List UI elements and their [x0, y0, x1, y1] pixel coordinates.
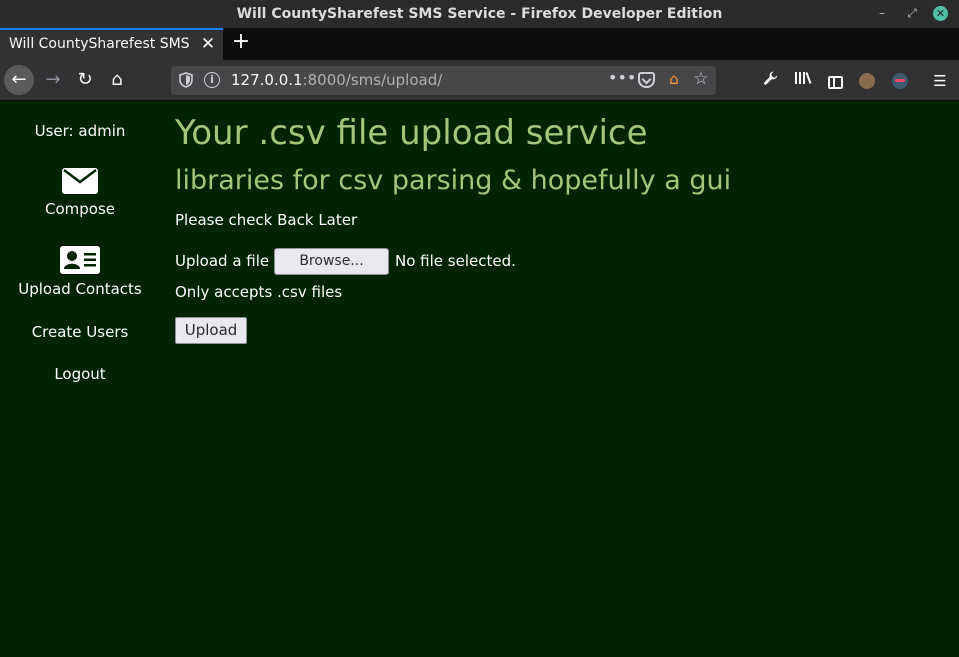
new-tab-button[interactable]: + [229, 30, 253, 56]
pocket-icon[interactable] [638, 72, 655, 88]
sidebar-item-create-users[interactable]: Create Users [0, 323, 160, 341]
sidebar-item-label: Upload Contacts [18, 280, 142, 298]
upload-submit-button[interactable]: Upload [175, 317, 247, 344]
sidebar-nav: User: admin Compose Upload Contacts Crea… [0, 101, 160, 657]
current-user-label: User: admin [34, 122, 126, 140]
site-info-icon[interactable]: i [204, 72, 220, 88]
window-titlebar: Will CountySharefest SMS Service - Firef… [0, 0, 959, 28]
tab-label: Will CountySharefest SMS Service [9, 36, 194, 52]
sidebar-item-upload-contacts[interactable]: Upload Contacts [0, 245, 160, 298]
page-title: Your .csv file upload service [175, 113, 648, 153]
back-arrow-icon[interactable]: ← [4, 65, 34, 95]
upload-file-label: Upload a file [175, 252, 270, 270]
forward-arrow-icon[interactable]: → [38, 65, 68, 95]
window-title: Will CountySharefest SMS Service - Firef… [236, 6, 723, 22]
maximize-icon[interactable]: ⤢ [904, 5, 920, 21]
url-input[interactable]: 127.0.0.1:8000/sms/upload/ [231, 71, 442, 89]
sidebar-item-logout[interactable]: Logout [0, 365, 160, 383]
file-status-text: No file selected. [395, 252, 516, 270]
notice-text: Please check Back Later [175, 211, 358, 229]
tab-strip: Will CountySharefest SMS Service ✕ + [0, 28, 959, 60]
library-icon[interactable] [792, 70, 814, 92]
page-actions-icon[interactable]: ••• [608, 69, 636, 89]
extension-icon[interactable] [889, 70, 911, 92]
sidebar-item-label: Create Users [31, 323, 129, 341]
minimize-icon[interactable]: – [874, 5, 890, 21]
tab-active[interactable]: Will CountySharefest SMS Service ✕ [0, 28, 223, 60]
home-icon[interactable]: ⌂ [102, 65, 132, 95]
tracking-shield-icon[interactable] [178, 72, 194, 88]
sidebar-item-label: Compose [44, 200, 115, 218]
tab-close-icon[interactable]: ✕ [198, 34, 218, 54]
envelope-icon [62, 168, 98, 194]
browse-button[interactable]: Browse... [274, 248, 389, 275]
url-path: :8000/sms/upload/ [302, 71, 443, 89]
extension-icon[interactable] [856, 70, 878, 92]
reload-icon[interactable]: ↻ [70, 65, 100, 95]
home-page-icon[interactable]: ⌂ [665, 69, 683, 89]
page-content: User: admin Compose Upload Contacts Crea… [0, 101, 959, 657]
wrench-icon[interactable] [760, 70, 782, 92]
close-window-icon[interactable]: ✕ [933, 6, 948, 21]
hamburger-menu-icon[interactable]: ☰ [929, 70, 951, 92]
sidebar-item-label: Logout [54, 365, 106, 383]
url-host: 127.0.0.1 [231, 71, 303, 89]
id-card-icon [60, 246, 100, 274]
accepted-types-note: Only accepts .csv files [175, 283, 343, 301]
bookmark-star-icon[interactable]: ☆ [692, 69, 710, 89]
sidebar-toggle-icon[interactable] [824, 70, 846, 92]
sidebar-item-compose[interactable]: Compose [0, 167, 160, 218]
url-bar[interactable]: i 127.0.0.1:8000/sms/upload/ ••• ⌂ ☆ [171, 66, 716, 95]
page-subtitle: libraries for csv parsing & hopefully a … [175, 165, 732, 196]
